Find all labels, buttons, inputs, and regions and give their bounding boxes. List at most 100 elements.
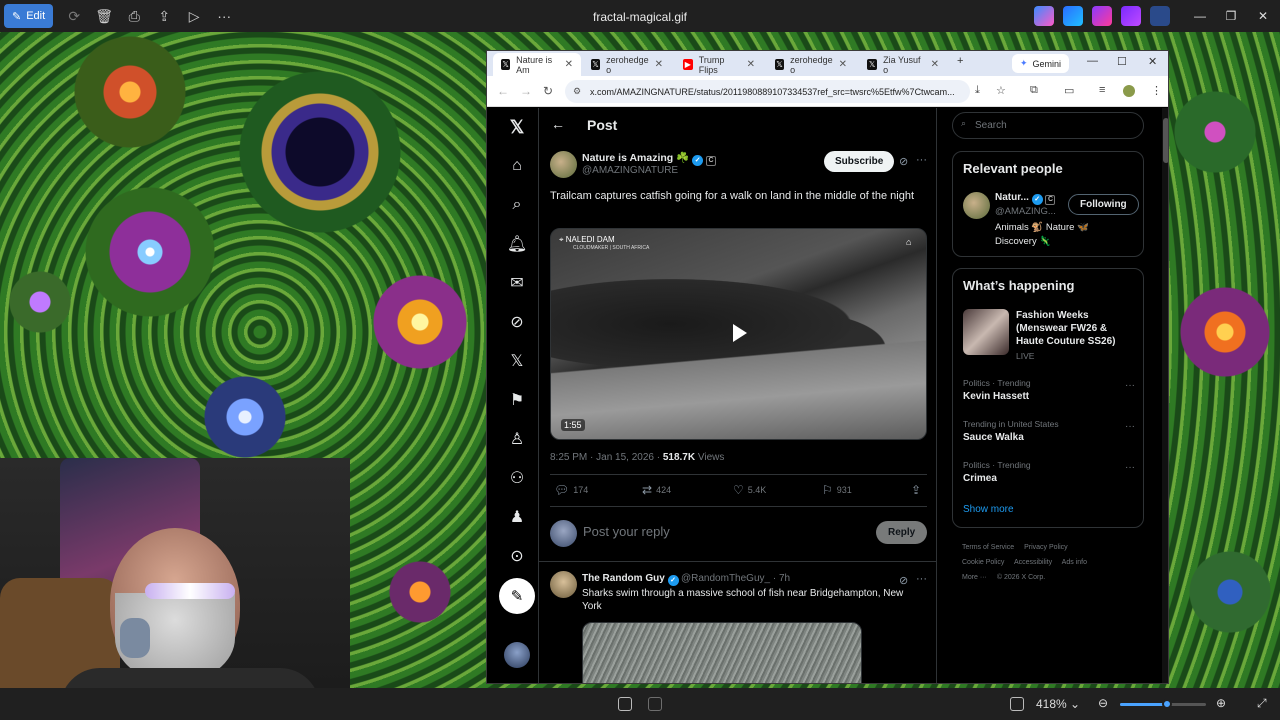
reply-author-name[interactable]: The Random Guy ✓ [582, 573, 679, 586]
jobs-icon[interactable]: ♙ [507, 429, 527, 449]
cast-icon[interactable]: ▭ [1064, 84, 1074, 97]
site-info-icon[interactable]: ⚙ [573, 86, 581, 97]
zoom-value[interactable]: 418% ⌄ [1036, 697, 1080, 711]
profile-avatar[interactable] [1123, 85, 1135, 97]
compose-post-button[interactable]: ✎ [499, 578, 535, 614]
minimize-icon[interactable]: — [1183, 0, 1217, 32]
messages-icon[interactable]: ✉ [507, 273, 527, 293]
subscribe-button[interactable]: Subscribe [824, 151, 895, 172]
footer-link[interactable]: Privacy Policy [1024, 544, 1068, 551]
footer-link[interactable]: Accessibility [1014, 559, 1052, 566]
zoom-in-icon[interactable]: ⊕ [1216, 696, 1226, 710]
tab-zia-yusuf[interactable]: 𝕏 Zia Yusuf o ✕ [859, 53, 947, 76]
search-input[interactable]: Search [952, 112, 1144, 139]
author-handle[interactable]: @AMAZINGNATURE [582, 165, 678, 176]
zoom-slider[interactable] [1120, 699, 1206, 709]
footer-link[interactable]: Cookie Policy [962, 559, 1004, 566]
more-options-icon[interactable]: ··· [1125, 421, 1135, 432]
author-avatar[interactable] [550, 151, 577, 178]
more-options-icon[interactable]: ··· [916, 573, 927, 585]
zoom-slider-thumb[interactable] [1162, 699, 1173, 709]
reply-stat[interactable]: 💬︎ 174 [554, 483, 588, 497]
bookmark-star-icon[interactable]: ☆ [996, 84, 1006, 97]
menu-icon[interactable]: ⋮ [1151, 84, 1162, 97]
profile-icon[interactable]: ♟ [507, 507, 527, 527]
premium-icon[interactable]: 𝕏 [507, 351, 527, 371]
back-icon[interactable]: ← [497, 84, 509, 98]
more-options-icon[interactable]: ··· [916, 154, 927, 166]
back-arrow-icon[interactable]: ← [551, 116, 565, 132]
author-name[interactable]: Nature is Amazing ☘️ ✓ C [582, 151, 717, 166]
edit-button[interactable]: ✎ Edit [4, 4, 54, 28]
close-icon[interactable]: ✕ [1148, 55, 1157, 68]
search-icon[interactable]: ⌕ [507, 195, 527, 215]
more-icon[interactable]: ⊙ [507, 546, 527, 566]
media-icon[interactable]: ≡ [1099, 84, 1105, 96]
like-stat[interactable]: ♡ 5.4K [733, 483, 766, 497]
fit-icon[interactable] [618, 697, 632, 711]
minimize-icon[interactable]: — [1087, 55, 1098, 67]
expand-icon[interactable]: ⤢ [1257, 696, 1267, 711]
communities-icon[interactable]: ⚇ [507, 468, 527, 488]
more-options-icon[interactable]: ··· [1125, 462, 1135, 473]
extensions-icon[interactable]: ⧉ [1030, 84, 1038, 97]
app-icon[interactable] [1121, 6, 1141, 26]
notifications-icon[interactable]: 🔔︎ [507, 234, 527, 254]
address-bar[interactable]: ⚙ x.com/AMAZINGNATURE/status/20119808891… [565, 80, 970, 103]
close-icon[interactable]: ✕ [839, 59, 847, 70]
video-player[interactable]: ⌖ NALEDI DAM CLOUDMAKER | SOUTH AFRICA ⌂… [550, 228, 927, 440]
account-avatar[interactable] [504, 642, 530, 668]
close-icon[interactable]: ✕ [747, 59, 755, 70]
person-handle[interactable]: @AMAZING... [995, 206, 1056, 217]
bookmark-stat[interactable]: ⚐ 931 [822, 483, 852, 497]
trend-name[interactable]: Kevin Hassett [963, 391, 1029, 402]
event-thumbnail[interactable] [963, 309, 1009, 355]
home-icon[interactable]: ⌂ [507, 156, 527, 176]
footer-link[interactable]: More ··· [962, 574, 987, 581]
reply-author-handle[interactable]: @RandomTheGuy_ · 7h [681, 573, 790, 584]
copilot-icon[interactable] [1034, 6, 1054, 26]
reply-input[interactable]: Post your reply [583, 524, 670, 539]
cloud-off-icon[interactable] [1150, 6, 1170, 26]
slideshow-icon[interactable]: ▷ [179, 0, 209, 32]
tab-nature[interactable]: 𝕏 Nature is Am ✕ [493, 53, 581, 76]
share-icon[interactable]: ⇪ [149, 0, 179, 32]
designer-icon[interactable] [1063, 6, 1083, 26]
crop-icon[interactable] [648, 697, 662, 711]
scroll-thumb[interactable] [1163, 118, 1168, 163]
maximize-icon[interactable]: ❐ [1214, 0, 1248, 32]
bookmarks-icon[interactable]: ⚑ [507, 390, 527, 410]
maximize-icon[interactable]: ☐ [1117, 55, 1127, 68]
tab-zerohedge-2[interactable]: 𝕏 zerohedge o ✕ [767, 53, 855, 76]
zoom-out-icon[interactable]: ⊖ [1098, 696, 1108, 710]
grok-icon[interactable]: ⊘ [899, 155, 908, 168]
close-icon[interactable]: ✕ [565, 59, 573, 70]
reply-button[interactable]: Reply [876, 521, 928, 544]
new-tab-icon[interactable]: + [957, 55, 963, 67]
close-icon[interactable]: ✕ [655, 59, 663, 70]
footer-link[interactable]: Terms of Service [962, 544, 1014, 551]
tab-zerohedge-1[interactable]: 𝕏 zerohedge o ✕ [583, 53, 671, 76]
x-logo-icon[interactable]: 𝕏 [507, 117, 527, 137]
play-icon[interactable] [733, 324, 747, 342]
close-icon[interactable]: ✕ [931, 59, 939, 70]
post-time[interactable]: 8:25 PM · Jan 15, 2026 · [550, 452, 663, 463]
install-icon[interactable]: ⤓ [975, 84, 980, 97]
share-stat[interactable]: ⇪ [911, 483, 921, 497]
reply-author-avatar[interactable] [550, 571, 577, 598]
grok-icon[interactable]: ⊘ [507, 312, 527, 332]
person-name[interactable]: Natur... ✓ C [995, 192, 1056, 205]
following-button[interactable]: Following [1068, 194, 1139, 215]
fullscreen-icon[interactable] [1010, 697, 1024, 711]
reload-icon[interactable]: ↻ [543, 84, 553, 98]
footer-link[interactable]: Ads info [1062, 559, 1087, 566]
more-options-icon[interactable]: ··· [209, 0, 239, 32]
event-title[interactable]: Fashion Weeks (Menswear FW26 & Haute Cou… [1016, 309, 1136, 348]
close-icon[interactable]: ✕ [1246, 0, 1280, 32]
scrollbar[interactable] [1162, 108, 1168, 683]
print-icon[interactable]: ⎙ [119, 0, 149, 32]
grok-icon[interactable]: ⊘ [899, 574, 908, 587]
more-options-icon[interactable]: ··· [1125, 380, 1135, 391]
forward-icon[interactable]: → [520, 84, 532, 98]
person-avatar[interactable] [963, 192, 990, 219]
